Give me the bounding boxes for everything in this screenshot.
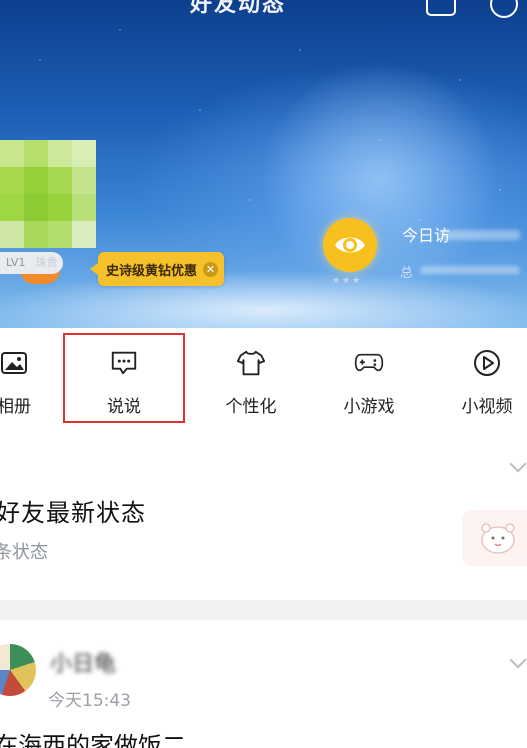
level-blur-text: 珠贵 [35,256,58,269]
visitors-sub: 总 [400,266,414,281]
rating-stars: ★★★ [332,276,363,286]
yellow-diamond-promo[interactable]: 史诗级黄钻优惠 ✕ [89,252,225,286]
sticker-icon [462,510,527,566]
blurred-count [440,230,520,240]
page-title: 好友动态 [190,0,287,17]
message-icon[interactable] [426,0,456,16]
post-timestamp: 今天15:43 [48,691,131,711]
post-content[interactable]: 在海西的家做饭二 [0,726,186,748]
nav-item-album[interactable]: 相册 [0,328,36,426]
post-menu-chevron-icon[interactable] [509,651,527,669]
avatar[interactable] [0,140,96,250]
highlight-box [63,333,185,423]
chevron-down-icon[interactable] [509,455,527,473]
tshirt-icon [236,348,266,378]
nav-item-games[interactable]: 小游戏 [327,328,411,426]
photo-album-icon [0,348,29,378]
friend-status-subtitle: 条状态 [0,542,48,563]
friend-status-card[interactable]: 好友最新状态 条状态 [0,430,527,600]
blurred-total [420,266,520,274]
visitor-eye-icon[interactable] [323,218,377,272]
cloud-decoration [0,270,527,328]
profile-header: 好友动态 LV1 珠贵 史诗级黄钻优惠 ✕ ★★★ 今日访 总 [0,0,527,328]
feed-post[interactable]: 小日龟 今天15:43 在海西的家做饭二 [0,620,527,748]
gamepad-icon [354,348,384,378]
promo-text: 史诗级黄钻优惠 [106,263,198,279]
galaxy-glow [260,60,500,300]
post-author-name[interactable]: 小日龟 [50,646,116,678]
level-text: LV1 [6,256,26,269]
nav-label-album: 相册 [0,397,31,417]
friend-status-title: 好友最新状态 [0,499,146,527]
nav-item-short-video[interactable]: 小视频 [452,328,522,426]
close-icon[interactable]: ✕ [203,261,219,277]
nav-label-short-video: 小视频 [461,397,513,417]
nav-label-games: 小游戏 [343,397,395,417]
section-divider [0,600,527,620]
post-avatar[interactable] [0,644,36,696]
play-circle-icon [472,348,502,378]
nav-item-personalize[interactable]: 个性化 [210,328,292,426]
nav-label-personalize: 个性化 [225,397,277,417]
level-tag: LV1 珠贵 [0,252,64,274]
